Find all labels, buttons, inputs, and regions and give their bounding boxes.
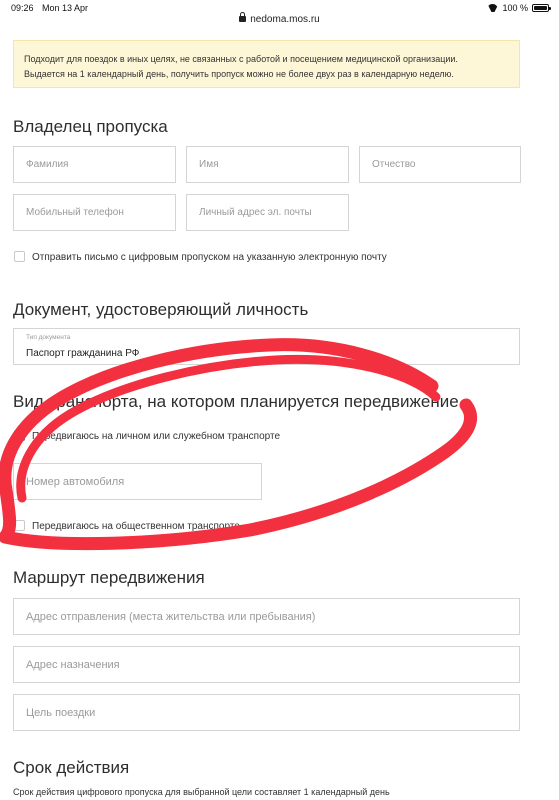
wifi-icon <box>487 4 498 12</box>
notice-line-2: Выдается на 1 календарный день, получить… <box>24 69 454 79</box>
notice-line-1: Подходит для поездок в иных целях, не св… <box>24 54 458 64</box>
lock-icon <box>239 12 247 22</box>
public-transport-checkbox[interactable] <box>14 520 25 531</box>
document-type-value: Паспорт гражданина РФ <box>26 348 140 359</box>
document-type-select[interactable]: Тип документа Паспорт гражданина РФ <box>13 328 520 365</box>
destination-address-field[interactable]: Адрес назначения <box>13 646 520 683</box>
send-email-label: Отправить письмо с цифровым пропуском на… <box>32 252 387 263</box>
status-date: Mon 13 Apr <box>42 3 89 13</box>
validity-section-title: Срок действия <box>13 758 130 777</box>
surname-field[interactable]: Фамилия <box>13 146 176 183</box>
patronymic-field[interactable]: Отчество <box>359 146 521 183</box>
transport-section-title: Вид транспорта, на котором планируется п… <box>13 392 459 411</box>
address-bar[interactable]: nedoma.mos.ru <box>0 12 559 25</box>
trip-purpose-field[interactable]: Цель поездки <box>13 694 520 731</box>
email-field[interactable]: Личный адрес эл. почты <box>186 194 349 231</box>
personal-transport-label: Передвигаюсь на личном или служебном тра… <box>32 431 281 442</box>
address-url: nedoma.mos.ru <box>250 14 320 25</box>
route-section-title: Маршрут передвижения <box>13 568 205 587</box>
battery-icon <box>532 4 551 12</box>
phone-field[interactable]: Мобильный телефон <box>13 194 176 231</box>
document-section-title: Документ, удостоверяющий личность <box>13 300 309 319</box>
status-bar: 09:26 Mon 13 Apr nedoma.mos.ru 100 % <box>0 0 559 25</box>
document-type-caption: Тип документа <box>26 334 71 341</box>
name-field[interactable]: Имя <box>186 146 349 183</box>
owner-section-title: Владелец пропуска <box>13 117 168 136</box>
status-time: 09:26 <box>11 3 34 13</box>
validity-note: Срок действия цифрового пропуска для выб… <box>13 787 390 797</box>
annotation-stroke-outer <box>0 338 478 551</box>
car-number-field[interactable]: Номер автомобиля <box>13 463 262 500</box>
battery-percent: 100 % <box>502 3 528 13</box>
departure-address-field[interactable]: Адрес отправления (места жительства или … <box>13 598 520 635</box>
info-notice: Подходит для поездок в иных целях, не св… <box>13 40 520 88</box>
personal-transport-checkbox[interactable] <box>14 430 25 441</box>
send-email-checkbox[interactable] <box>14 251 25 262</box>
public-transport-label: Передвигаюсь на общественном транспорте <box>32 521 240 532</box>
